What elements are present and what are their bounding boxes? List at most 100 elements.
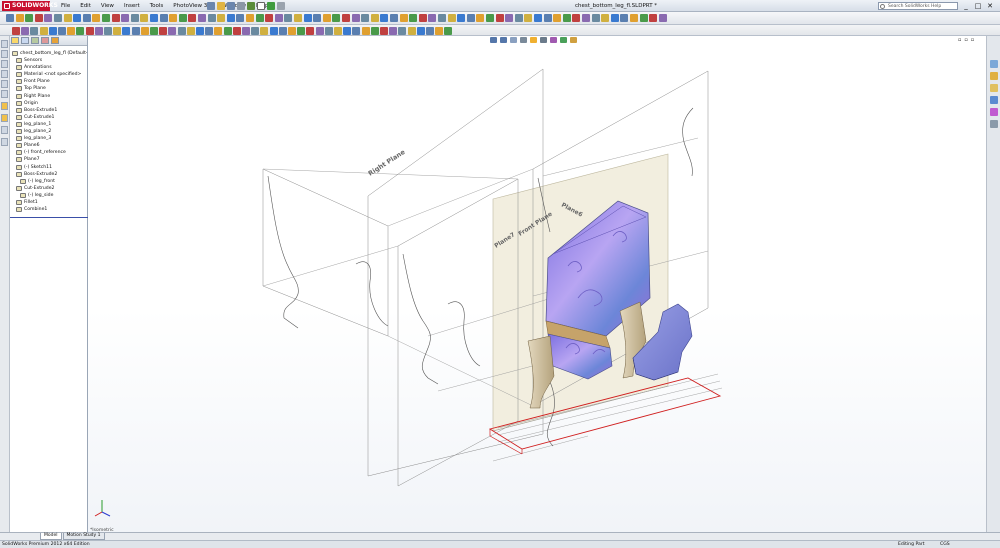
tree-item[interactable]: Cut-Extrude2 xyxy=(10,185,87,192)
toolbar-command-icon[interactable] xyxy=(322,14,331,22)
toolbar-command-icon[interactable] xyxy=(130,14,139,22)
toolbar-command-icon[interactable] xyxy=(390,14,398,22)
toolbar-command-icon[interactable] xyxy=(44,14,53,22)
toolbar-feature-icon[interactable] xyxy=(186,26,195,35)
solidworks-logo[interactable]: SOLIDWORKS xyxy=(2,1,58,11)
toolbar-command-icon[interactable] xyxy=(236,14,245,22)
toolbar-feature-icon[interactable] xyxy=(315,26,324,35)
toolbar-feature-icon[interactable] xyxy=(177,26,186,35)
rebuild-icon[interactable] xyxy=(267,2,275,10)
toolbar-feature-icon[interactable] xyxy=(140,26,149,35)
previous-view-icon[interactable] xyxy=(510,37,517,43)
toolbar-feature-icon[interactable] xyxy=(389,26,398,35)
toolbar-command-icon[interactable] xyxy=(658,14,667,22)
toolbar-feature-icon[interactable] xyxy=(334,26,342,35)
zoom-fit-icon[interactable] xyxy=(490,37,497,43)
tree-item[interactable]: Right Plane xyxy=(10,93,87,100)
toolbar-command-icon[interactable] xyxy=(82,14,91,22)
maximize-button[interactable]: □ xyxy=(974,1,982,11)
toolbar-command-icon[interactable] xyxy=(342,14,350,22)
toolbar-command-icon[interactable] xyxy=(351,14,360,22)
toolbar-feature-icon[interactable] xyxy=(104,26,112,35)
toolbar-command-icon[interactable] xyxy=(178,14,187,22)
toolbar-feature-icon[interactable] xyxy=(380,26,388,35)
tree-item[interactable]: (-) Sketch11 xyxy=(10,164,87,171)
toolbar-command-icon[interactable] xyxy=(428,14,437,22)
sketch-tool-icon[interactable] xyxy=(1,40,8,48)
reference-tool-icon[interactable] xyxy=(1,70,8,78)
toolbar-feature-icon[interactable] xyxy=(370,26,379,35)
resources-icon[interactable] xyxy=(990,60,998,68)
viewport-close-icon[interactable]: ▫ xyxy=(971,37,974,43)
tree-item[interactable]: Boss-Extrude2 xyxy=(10,171,87,178)
toolbar-command-icon[interactable] xyxy=(380,14,389,22)
toolbar-command-icon[interactable] xyxy=(73,14,82,22)
weldment-tool-icon[interactable] xyxy=(1,102,8,110)
sheetmetal-tool-icon[interactable] xyxy=(1,126,8,134)
toolbar-command-icon[interactable] xyxy=(6,14,14,22)
file-explorer-icon[interactable] xyxy=(990,84,998,92)
tree-item[interactable]: Boss-Extrude1 xyxy=(10,107,87,114)
graphics-viewport[interactable]: Right Plane Plane7 Front Plane Plane6 xyxy=(88,36,986,532)
toolbar-command-icon[interactable] xyxy=(562,14,571,22)
toolbar-feature-icon[interactable] xyxy=(94,26,103,35)
toolbar-feature-icon[interactable] xyxy=(131,26,140,35)
feature-tree-tab-icon[interactable] xyxy=(11,37,19,44)
toolbar-feature-icon[interactable] xyxy=(214,26,223,35)
toolbar-feature-icon[interactable] xyxy=(85,26,94,35)
toolbar-command-icon[interactable] xyxy=(140,14,149,22)
view-orientation-icon[interactable] xyxy=(530,37,537,43)
toolbar-feature-icon[interactable] xyxy=(269,26,278,35)
design-library-icon[interactable] xyxy=(990,72,998,80)
toolbar-command-icon[interactable] xyxy=(15,14,24,22)
toolbar-command-icon[interactable] xyxy=(399,14,408,22)
toolbar-command-icon[interactable] xyxy=(313,14,322,22)
toolbar-command-icon[interactable] xyxy=(159,14,168,22)
toolbar-feature-icon[interactable] xyxy=(205,26,214,35)
display-tab-icon[interactable] xyxy=(51,37,59,44)
toolbar-command-icon[interactable] xyxy=(438,14,446,22)
toolbar-feature-icon[interactable] xyxy=(444,26,453,35)
dimension-tool-icon[interactable] xyxy=(1,60,8,68)
toolbar-command-icon[interactable] xyxy=(198,14,206,22)
toolbar-command-icon[interactable] xyxy=(370,14,379,22)
toolbar-command-icon[interactable] xyxy=(274,14,283,22)
custom-properties-icon[interactable] xyxy=(990,120,998,128)
toolbar-command-icon[interactable] xyxy=(246,14,254,22)
toolbar-command-icon[interactable] xyxy=(543,14,552,22)
toolbar-command-icon[interactable] xyxy=(639,14,648,22)
toolbar-feature-icon[interactable] xyxy=(343,26,352,35)
tree-item[interactable]: (-) front_reference xyxy=(10,149,87,156)
toolbar-command-icon[interactable] xyxy=(63,14,72,22)
leg-plane-left[interactable] xyxy=(262,168,389,337)
config-tab-icon[interactable] xyxy=(31,37,39,44)
property-tab-icon[interactable] xyxy=(21,37,29,44)
tree-item[interactable]: Origin xyxy=(10,100,87,107)
appearance-icon[interactable] xyxy=(560,37,567,43)
toolbar-feature-icon[interactable] xyxy=(223,26,232,35)
toolbar-command-icon[interactable] xyxy=(92,14,101,22)
toolbar-command-icon[interactable] xyxy=(466,14,475,22)
tree-item[interactable]: Cut-Extrude1 xyxy=(10,114,87,121)
toolbar-feature-icon[interactable] xyxy=(196,26,204,35)
view-palette-icon[interactable] xyxy=(990,96,998,104)
tree-item[interactable]: (-) leg_side xyxy=(10,192,87,199)
toolbar-command-icon[interactable] xyxy=(457,14,466,22)
toolbar-command-icon[interactable] xyxy=(649,14,658,22)
undo-icon[interactable] xyxy=(247,2,255,10)
options-icon[interactable] xyxy=(277,2,285,10)
menu-view[interactable]: View xyxy=(96,0,119,12)
toolbar-feature-icon[interactable] xyxy=(150,26,158,35)
curve-tool-icon[interactable] xyxy=(1,80,8,88)
toolbar-command-icon[interactable] xyxy=(409,14,418,22)
toolbar-command-icon[interactable] xyxy=(169,14,178,22)
mold-tool-icon[interactable] xyxy=(1,114,8,122)
toolbar-command-icon[interactable] xyxy=(332,14,341,22)
right-plane-label[interactable]: Right Plane xyxy=(367,148,407,178)
display-style-icon[interactable] xyxy=(540,37,547,43)
minimize-button[interactable]: _ xyxy=(962,1,970,11)
viewport-minimize-icon[interactable]: ▫ xyxy=(958,37,961,43)
toolbar-command-icon[interactable] xyxy=(150,14,158,22)
toolbar-command-icon[interactable] xyxy=(207,14,216,22)
toolbar-feature-icon[interactable] xyxy=(352,26,361,35)
